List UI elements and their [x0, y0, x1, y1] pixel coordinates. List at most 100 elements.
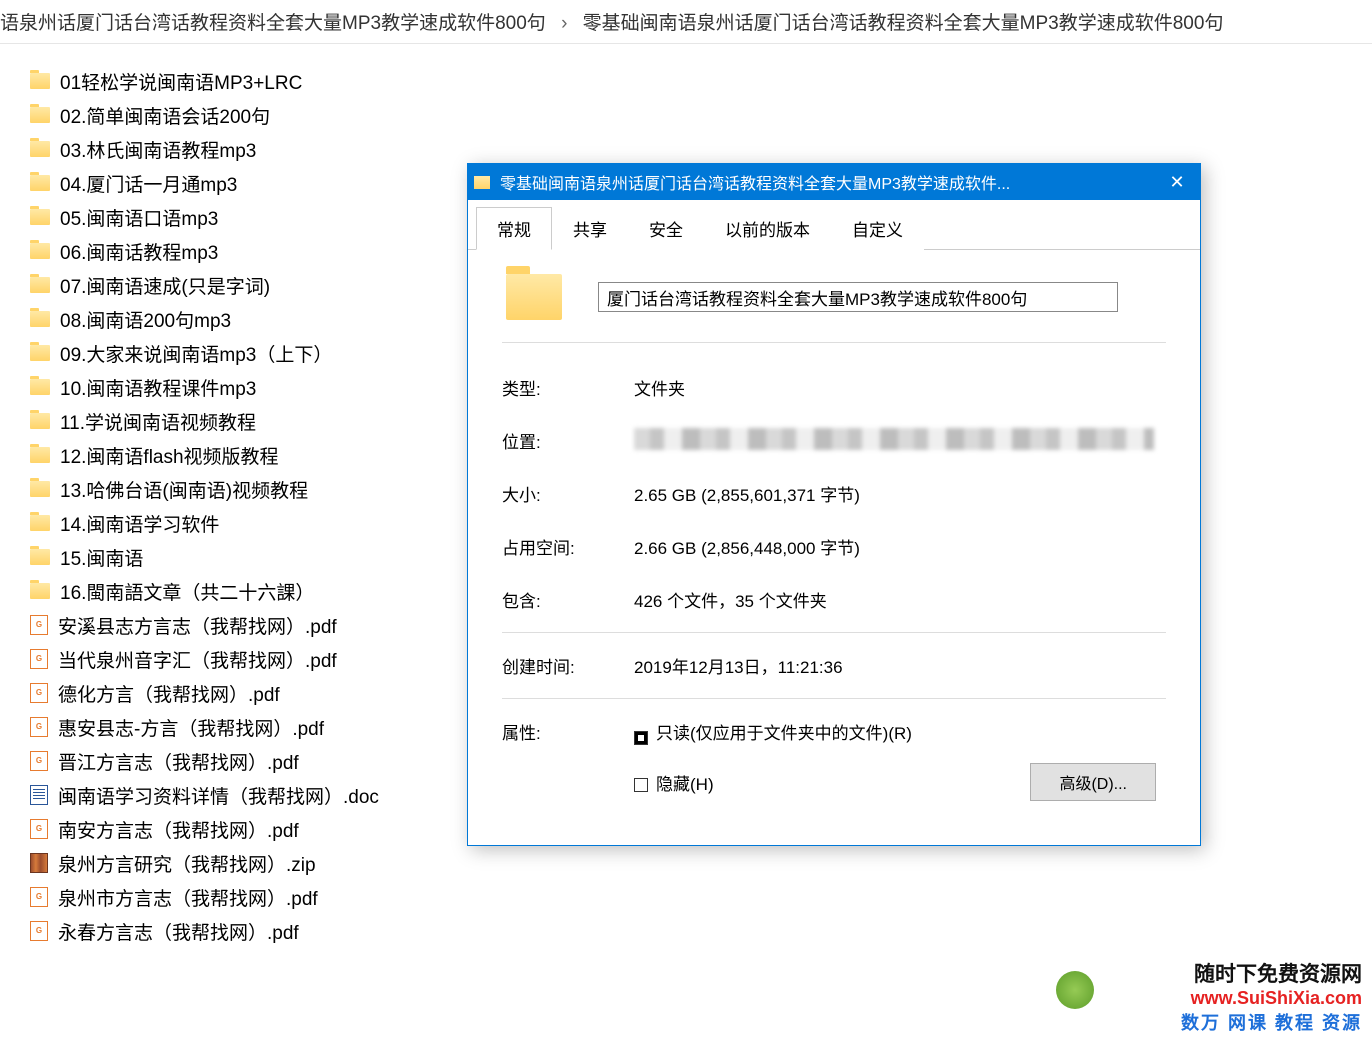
- zip-icon: [30, 853, 48, 873]
- file-name: 07.闽南语速成(只是字词): [60, 272, 270, 299]
- folder-icon: [30, 107, 50, 123]
- file-name: 11.学说闽南语视频教程: [60, 408, 256, 435]
- watermark-line-1: 随时下免费资源网: [1181, 958, 1362, 988]
- tab-custom[interactable]: 自定义: [831, 207, 924, 250]
- folder-icon: [30, 583, 50, 599]
- folder-name-input[interactable]: [598, 282, 1118, 312]
- value-contains: 426 个文件，35 个文件夹: [634, 587, 1166, 612]
- value-created: 2019年12月13日，11:21:36: [634, 653, 1166, 678]
- label-type: 类型:: [502, 375, 634, 400]
- list-item[interactable]: 01轻松学说闽南语MP3+LRC: [30, 64, 1372, 98]
- pdf-icon: [30, 921, 48, 941]
- pdf-icon: [30, 683, 48, 703]
- watermark: 随时下免费资源网 www.SuiShiXia.com 数万 网课 教程 资源: [1181, 958, 1362, 1035]
- folder-icon: [30, 141, 50, 157]
- label-contains: 包含:: [502, 587, 634, 612]
- pdf-icon: [30, 615, 48, 635]
- label-attributes: 属性:: [502, 719, 634, 744]
- file-name: 16.閩南語文章（共二十六課）: [60, 578, 314, 605]
- file-name: 05.闽南语口语mp3: [60, 204, 218, 231]
- file-name: 08.闽南语200句mp3: [60, 306, 231, 333]
- file-name: 10.闽南语教程课件mp3: [60, 374, 256, 401]
- breadcrumb-seg-2[interactable]: 零基础闽南语泉州话厦门话台湾话教程资料全套大量MP3教学速成软件800句: [583, 13, 1224, 34]
- pdf-icon: [30, 887, 48, 907]
- value-size-on-disk: 2.66 GB (2,856,448,000 字节): [634, 534, 1166, 559]
- file-name: 泉州方言研究（我帮找网）.zip: [58, 850, 316, 877]
- file-name: 晋江方言志（我帮找网）.pdf: [58, 748, 299, 775]
- checkbox-readonly-icon[interactable]: [634, 731, 648, 745]
- tab-security[interactable]: 安全: [628, 207, 704, 250]
- file-name: 14.闽南语学习软件: [60, 510, 219, 537]
- file-name: 永春方言志（我帮找网）.pdf: [58, 918, 299, 945]
- file-name: 03.林氏闽南语教程mp3: [60, 136, 256, 163]
- file-name: 安溪县志方言志（我帮找网）.pdf: [58, 612, 337, 639]
- label-size-on-disk: 占用空间:: [502, 534, 634, 559]
- pdf-icon: [30, 751, 48, 771]
- folder-icon: [30, 515, 50, 531]
- watermark-line-2: www.SuiShiXia.com: [1181, 988, 1362, 1009]
- file-name: 13.哈佛台语(闽南语)视频教程: [60, 476, 308, 503]
- file-name: 06.闽南话教程mp3: [60, 238, 218, 265]
- file-name: 09.大家来说闽南语mp3（上下）: [60, 340, 332, 367]
- list-item[interactable]: 永春方言志（我帮找网）.pdf: [30, 914, 1372, 948]
- doc-icon: [30, 785, 48, 805]
- folder-icon: [30, 345, 50, 361]
- close-button[interactable]: ✕: [1154, 164, 1200, 200]
- list-item[interactable]: 泉州市方言志（我帮找网）.pdf: [30, 880, 1372, 914]
- advanced-button[interactable]: 高级(D)...: [1030, 763, 1156, 801]
- file-name: 01轻松学说闽南语MP3+LRC: [60, 68, 302, 95]
- folder-icon: [30, 277, 50, 293]
- file-name: 02.简单闽南语会话200句: [60, 102, 270, 129]
- tab-share[interactable]: 共享: [552, 207, 628, 250]
- file-name: 12.闽南语flash视频版教程: [60, 442, 279, 469]
- attr-readonly-label: 只读(仅应用于文件夹中的文件)(R): [656, 724, 912, 743]
- file-name: 当代泉州音字汇（我帮找网）.pdf: [58, 646, 337, 673]
- attr-hidden-label: 隐藏(H): [656, 775, 714, 794]
- download-icon: [1056, 971, 1094, 1009]
- attr-readonly-row[interactable]: 只读(仅应用于文件夹中的文件)(R): [634, 719, 1166, 745]
- pdf-icon: [30, 819, 48, 839]
- folder-icon: [30, 413, 50, 429]
- folder-icon: [30, 209, 50, 225]
- folder-icon: [30, 379, 50, 395]
- value-size: 2.65 GB (2,855,601,371 字节): [634, 481, 1166, 506]
- list-item[interactable]: 02.简单闽南语会话200句: [30, 98, 1372, 132]
- folder-icon: [506, 274, 562, 320]
- tab-general[interactable]: 常规: [476, 207, 552, 250]
- folder-icon: [474, 176, 490, 189]
- label-location: 位置:: [502, 428, 634, 453]
- dialog-titlebar[interactable]: 零基础闽南语泉州话厦门话台湾话教程资料全套大量MP3教学速成软件... ✕: [468, 164, 1200, 200]
- folder-icon: [30, 549, 50, 565]
- file-name: 15.闽南语: [60, 544, 143, 571]
- folder-icon: [30, 175, 50, 191]
- folder-icon: [30, 243, 50, 259]
- folder-icon: [30, 311, 50, 327]
- value-type: 文件夹: [634, 375, 1166, 400]
- file-name: 德化方言（我帮找网）.pdf: [58, 680, 280, 707]
- checkbox-hidden-icon[interactable]: [634, 778, 648, 792]
- file-name: 闽南语学习资料详情（我帮找网）.doc: [58, 782, 379, 809]
- label-created: 创建时间:: [502, 653, 634, 678]
- file-name: 泉州市方言志（我帮找网）.pdf: [58, 884, 318, 911]
- pdf-icon: [30, 717, 48, 737]
- list-item[interactable]: 03.林氏闽南语教程mp3: [30, 132, 1372, 166]
- attr-hidden-row[interactable]: 隐藏(H): [634, 770, 714, 795]
- tab-strip: 常规 共享 安全 以前的版本 自定义: [468, 200, 1200, 250]
- file-name: 惠安县志-方言（我帮找网）.pdf: [58, 714, 324, 741]
- label-size: 大小:: [502, 481, 634, 506]
- list-item[interactable]: 泉州方言研究（我帮找网）.zip: [30, 846, 1372, 880]
- breadcrumb[interactable]: 语泉州话厦门话台湾话教程资料全套大量MP3教学速成软件800句 › 零基础闽南语…: [0, 0, 1372, 44]
- breadcrumb-separator: ›: [561, 13, 567, 34]
- folder-icon: [30, 73, 50, 89]
- file-name: 04.厦门话一月通mp3: [60, 170, 237, 197]
- dialog-title: 零基础闽南语泉州话厦门话台湾话教程资料全套大量MP3教学速成软件...: [500, 170, 1154, 194]
- folder-icon: [30, 447, 50, 463]
- properties-dialog: 零基础闽南语泉州话厦门话台湾话教程资料全套大量MP3教学速成软件... ✕ 常规…: [467, 163, 1201, 846]
- file-name: 南安方言志（我帮找网）.pdf: [58, 816, 299, 843]
- value-location-redacted: [634, 428, 1154, 450]
- pdf-icon: [30, 649, 48, 669]
- breadcrumb-seg-1[interactable]: 语泉州话厦门话台湾话教程资料全套大量MP3教学速成软件800句: [0, 13, 546, 34]
- watermark-line-3: 数万 网课 教程 资源: [1181, 1009, 1362, 1035]
- tab-previous-versions[interactable]: 以前的版本: [704, 207, 831, 250]
- folder-icon: [30, 481, 50, 497]
